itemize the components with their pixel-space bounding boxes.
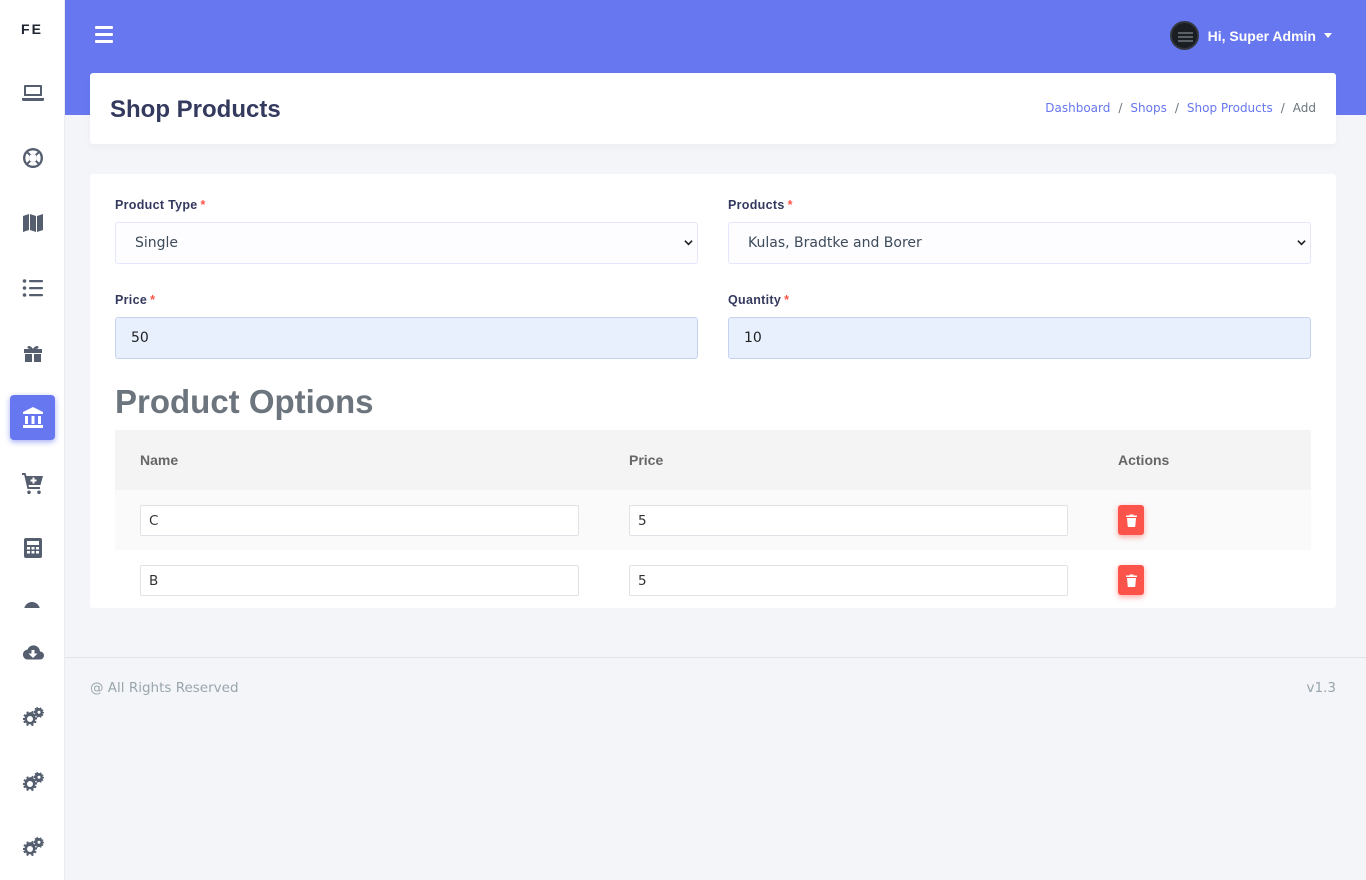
product-type-select[interactable]: Single xyxy=(115,222,698,264)
sidebar-item-orders[interactable] xyxy=(10,460,55,505)
option-name-input[interactable]: C xyxy=(140,505,579,536)
user-greeting: Hi, Super Admin xyxy=(1207,27,1316,44)
footer-copyright: @ All Rights Reserved xyxy=(90,680,239,696)
university-icon xyxy=(22,406,43,428)
price-label: Price * xyxy=(115,293,156,307)
chevron-down-icon xyxy=(1297,240,1306,246)
cogs-icon xyxy=(22,836,44,856)
delete-option-button[interactable] xyxy=(1118,565,1144,595)
product-options-title: Product Options xyxy=(115,383,374,420)
quantity-label: Quantity * xyxy=(728,293,790,307)
products-label: Products * xyxy=(728,198,793,212)
page-header: Shop Products Dashboard / Shops / Shop P… xyxy=(90,73,1336,144)
trash-icon xyxy=(1125,574,1137,587)
list-icon xyxy=(22,278,43,297)
column-header-price: Price xyxy=(629,452,664,468)
breadcrumb: Dashboard / Shops / Shop Products / Add xyxy=(1045,101,1316,115)
cart-plus-icon xyxy=(21,472,43,494)
calculator-icon xyxy=(23,537,42,558)
option-price-input[interactable]: 5 xyxy=(629,505,1068,536)
footer-version: v1.3 xyxy=(1306,680,1336,696)
user-menu[interactable]: Hi, Super Admin xyxy=(1169,21,1332,50)
sidebar-item-downloads[interactable] xyxy=(10,630,55,675)
column-header-actions: Actions xyxy=(1118,452,1170,468)
avatar xyxy=(1169,21,1199,50)
sidebar-item-support[interactable] xyxy=(10,135,55,180)
cogs-icon xyxy=(22,771,44,791)
breadcrumb-current: Add xyxy=(1292,101,1316,115)
menu-toggle-icon[interactable] xyxy=(95,26,113,43)
price-input[interactable]: 50 xyxy=(115,317,698,359)
sidebar-item-gifts[interactable] xyxy=(10,330,55,375)
brand-logo[interactable]: FE xyxy=(0,0,64,58)
table-row: C 5 xyxy=(115,490,1311,550)
sidebar-item-settings-3[interactable] xyxy=(10,825,55,870)
sidebar-item-settings-1[interactable] xyxy=(10,695,55,740)
sidebar-item-calculator[interactable] xyxy=(10,525,55,570)
sidebar-item-shops[interactable] xyxy=(10,395,55,440)
table-row: B 5 xyxy=(115,550,1311,610)
sidebar-item-list[interactable] xyxy=(10,265,55,310)
cloud-download-icon xyxy=(22,644,44,659)
sidebar-item-dashboard[interactable] xyxy=(10,70,55,115)
breadcrumb-dashboard[interactable]: Dashboard xyxy=(1045,101,1110,115)
sidebar: FE xyxy=(0,0,65,880)
footer-divider xyxy=(65,657,1366,658)
option-price-input[interactable]: 5 xyxy=(629,565,1068,596)
sidebar-item-settings-2[interactable] xyxy=(10,760,55,805)
options-table-header: Name Price Actions xyxy=(115,430,1311,490)
breadcrumb-shops[interactable]: Shops xyxy=(1130,101,1166,115)
column-header-name: Name xyxy=(140,452,179,468)
page-title: Shop Products xyxy=(110,96,281,123)
quantity-input[interactable]: 10 xyxy=(728,317,1311,359)
breadcrumb-shop-products[interactable]: Shop Products xyxy=(1187,101,1273,115)
delete-option-button[interactable] xyxy=(1118,505,1144,535)
gift-icon xyxy=(23,345,42,362)
trash-icon xyxy=(1125,514,1137,527)
sidebar-item-map[interactable] xyxy=(10,200,55,245)
products-select[interactable]: Kulas, Bradtke and Borer xyxy=(728,222,1311,264)
cogs-icon xyxy=(22,706,44,726)
sidebar-clipped-icon xyxy=(0,600,64,608)
product-form: Product Type * Single Products * Kulas, Br… xyxy=(90,174,1336,608)
laptop-icon xyxy=(21,84,44,101)
caret-down-icon xyxy=(1324,33,1332,38)
map-icon xyxy=(22,213,43,232)
option-name-input[interactable]: B xyxy=(140,565,579,596)
life-ring-icon xyxy=(22,147,43,168)
chevron-down-icon xyxy=(684,240,693,246)
product-type-label: Product Type * xyxy=(115,198,206,212)
